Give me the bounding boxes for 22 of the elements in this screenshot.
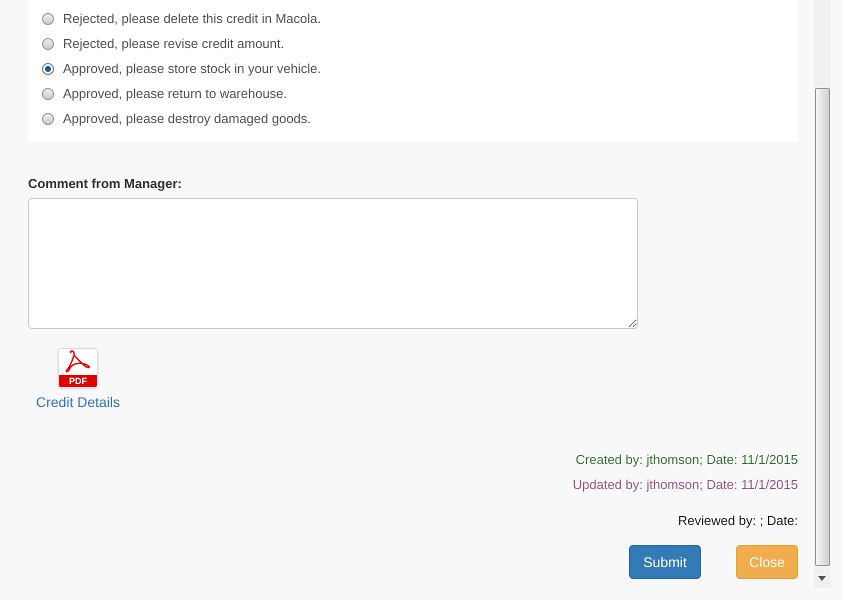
submit-button[interactable]: Submit (629, 545, 701, 579)
scrollbar[interactable] (814, 0, 831, 588)
option-label: Rejected, please revise credit amount. (63, 34, 284, 53)
scroll-thumb[interactable] (815, 88, 830, 566)
credit-details-link[interactable]: Credit Details (36, 392, 120, 413)
option-label: Rejected, please delete this credit in Macola. (63, 10, 321, 28)
comment-field[interactable] (28, 198, 638, 329)
option-label: Approved, please store stock in your vehicle. (63, 60, 321, 78)
radio-button[interactable] (42, 62, 54, 74)
option-label: Approved, please destroy damaged goods. (63, 110, 311, 128)
comment-label: Comment from Manager: (28, 176, 183, 192)
radio-button[interactable] (42, 12, 54, 24)
option-label: Approved, please return to warehouse. (63, 84, 288, 103)
file-type-label: PDF (59, 375, 97, 387)
audit-text: Created by: jthomson; Date: 11/1/2015 (576, 451, 798, 469)
radio-button[interactable] (42, 112, 54, 124)
radio-button[interactable] (42, 88, 54, 100)
scroll-down-icon[interactable] (818, 576, 826, 581)
pdf-icon[interactable]: PDF (58, 348, 98, 388)
radio-button[interactable] (42, 38, 54, 50)
audit-text: Updated by: jthomson; Date: 11/1/2015 (572, 476, 798, 494)
audit-text: Reviewed by: ; Date: (678, 512, 798, 530)
